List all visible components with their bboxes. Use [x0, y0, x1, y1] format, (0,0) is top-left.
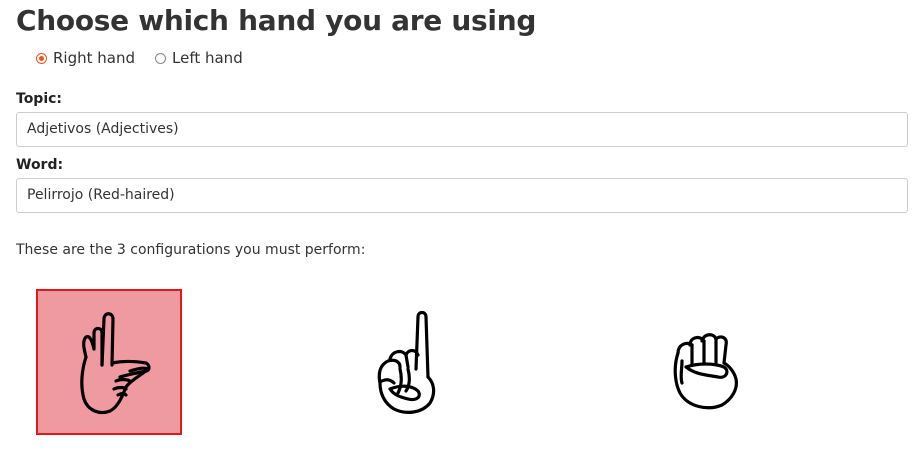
configuration-2[interactable] [332, 289, 478, 435]
hand-l-shape-icon [80, 312, 151, 415]
hand-fist-icon [673, 333, 738, 410]
right-hand-label: Right hand [53, 49, 135, 67]
configuration-3[interactable] [632, 289, 778, 435]
hand-index-up-icon [377, 310, 436, 414]
instructions-text: These are the 3 configurations you must … [16, 242, 366, 258]
topic-field[interactable]: Adjetivos (Adjectives) [16, 112, 908, 147]
hand-radio-group: Right hand Left hand [36, 49, 243, 67]
configuration-1[interactable] [36, 289, 182, 435]
left-hand-radio[interactable]: Left hand [155, 49, 243, 67]
word-label: Word: [16, 157, 64, 173]
left-hand-label: Left hand [172, 49, 243, 67]
page-title: Choose which hand you are using [16, 4, 537, 37]
word-field[interactable]: Pelirrojo (Red-haired) [16, 178, 908, 213]
page: Choose which hand you are using Right ha… [0, 0, 922, 451]
radio-unchecked-icon[interactable] [155, 52, 166, 64]
right-hand-radio[interactable]: Right hand [36, 49, 135, 67]
radio-checked-icon[interactable] [36, 52, 47, 64]
topic-label: Topic: [16, 91, 63, 107]
